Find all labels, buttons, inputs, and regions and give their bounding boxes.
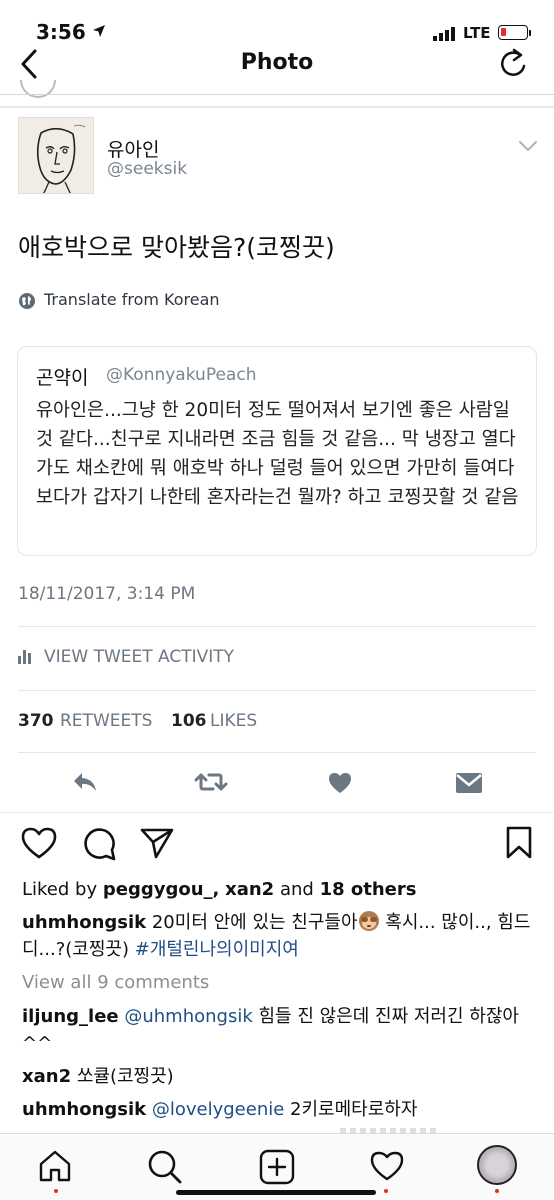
- tweet-author-handle: @seeksik: [107, 159, 188, 179]
- comment-icon[interactable]: [81, 826, 117, 862]
- retweet-icon: [194, 773, 228, 791]
- see-no-evil-monkey-emoji: [358, 911, 379, 931]
- caption-username[interactable]: uhmhongsik: [22, 912, 146, 933]
- quoted-tweet-text: 유아인은...그냥 한 20미터 정도 떨어져서 보기엔 좋은 사람일 것 같다…: [36, 400, 519, 508]
- activity-heart-icon[interactable]: [369, 1150, 405, 1182]
- quoted-author-handle: @KonnyakuPeach: [106, 365, 257, 385]
- tweet-author-name: 유아인: [107, 139, 160, 161]
- comment-item: xan2 쏘큘(코찡끗): [22, 1066, 174, 1087]
- tweet-text: 애호박으로 맞아봤음?(코찡끗): [18, 233, 335, 262]
- comment-item: iljung_lee @uhmhongsik 힘들 진 않은데 진짜 저러긴 하…: [22, 1006, 519, 1054]
- home-indicator: [176, 1190, 376, 1195]
- view-tweet-activity: VIEW TWEET ACTIVITY: [44, 647, 235, 667]
- image-top-edge: [0, 106, 554, 108]
- profile-avatar[interactable]: [477, 1145, 517, 1185]
- notification-dot: [54, 1189, 58, 1193]
- direct-message-icon: [456, 773, 482, 793]
- reply-icon: [74, 773, 96, 791]
- caption-hashtag[interactable]: #개털린나의이미지여: [135, 939, 299, 960]
- comment-username[interactable]: iljung_lee: [22, 1006, 119, 1027]
- page-title: Photo: [240, 50, 314, 75]
- quoted-author-name: 곤약이: [36, 367, 89, 389]
- home-icon[interactable]: [38, 1150, 72, 1182]
- divider: [18, 626, 536, 627]
- add-post-icon[interactable]: [259, 1149, 295, 1185]
- notification-dot: [495, 1189, 499, 1193]
- globe-icon: [19, 293, 35, 309]
- post-caption: uhmhongsik 20미터 안에 있는 친구들아 혹시... 많이.., 힘…: [22, 911, 531, 960]
- divider: [18, 752, 536, 753]
- battery-tip: [529, 30, 531, 36]
- translate-link: Translate from Korean: [44, 290, 220, 309]
- liked-by-text[interactable]: Liked by peggygou_, xan2 and 18 others: [22, 879, 416, 900]
- image-bottom-edge: [0, 812, 554, 813]
- post-author-avatar[interactable]: [20, 80, 56, 98]
- retweets-count: 370: [18, 711, 54, 731]
- likes-label: LIKES: [210, 711, 258, 731]
- view-all-comments-link[interactable]: View all 9 comments: [22, 972, 209, 993]
- like-heart-icon: [329, 773, 351, 793]
- tweet-author-avatar: [18, 117, 94, 194]
- notification-dot: [384, 1189, 388, 1193]
- liked-by-user[interactable]: peggygou_: [103, 879, 213, 900]
- comment-item: uhmhongsik @lovelygeenie 2키로메타로하자: [22, 1099, 418, 1120]
- network-type: LTE: [463, 24, 491, 42]
- chevron-down-icon: [519, 141, 537, 152]
- refresh-icon[interactable]: [498, 47, 528, 79]
- battery-icon: [498, 25, 528, 40]
- tweet-timestamp: 18/11/2017, 3:14 PM: [18, 584, 196, 604]
- search-icon[interactable]: [147, 1149, 183, 1185]
- divider: [18, 690, 536, 691]
- analytics-bar-icon: [18, 650, 31, 664]
- comment-mention[interactable]: @lovelygeenie: [152, 1099, 284, 1120]
- comment-username[interactable]: xan2: [22, 1066, 71, 1087]
- comment-username[interactable]: uhmhongsik: [22, 1099, 146, 1120]
- status-time: 3:56: [36, 20, 86, 44]
- share-icon[interactable]: [139, 826, 175, 860]
- heart-icon[interactable]: [20, 826, 58, 860]
- retweets-label: RETWEETS: [60, 711, 153, 731]
- nav-divider: [0, 94, 554, 95]
- signal-strength-icon: [433, 27, 455, 41]
- bookmark-icon[interactable]: [505, 826, 533, 860]
- comment-mention[interactable]: @uhmhongsik: [124, 1006, 252, 1027]
- likes-count: 106: [171, 711, 207, 731]
- liked-by-user[interactable]: xan2: [225, 879, 274, 900]
- liked-by-others[interactable]: 18 others: [320, 879, 417, 900]
- location-arrow-icon: [93, 25, 105, 37]
